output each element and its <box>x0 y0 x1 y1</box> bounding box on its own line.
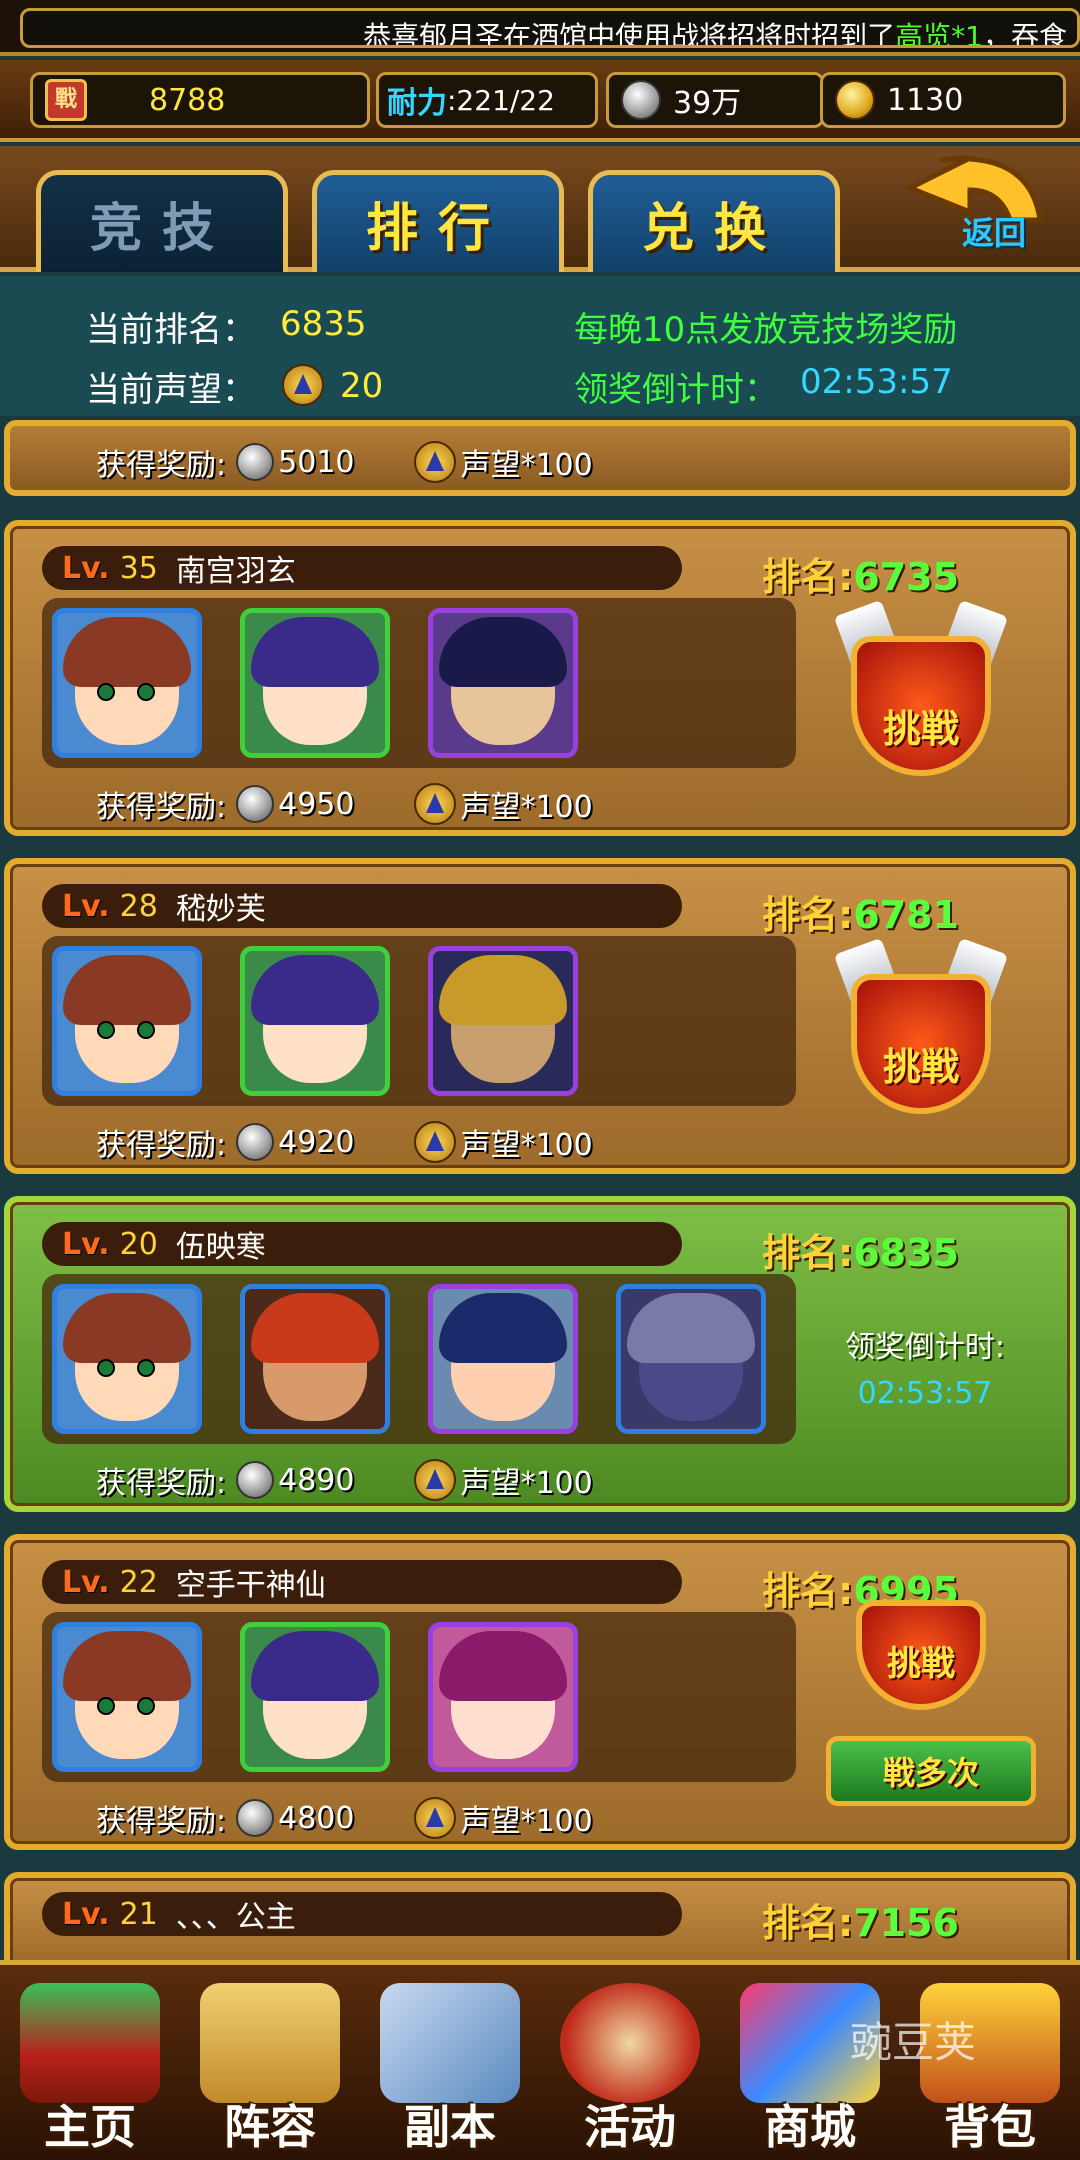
gold-display: 1130 <box>820 72 1066 128</box>
hero-portrait <box>52 1284 202 1434</box>
opponent-card: Lv. 22 空手干神仙 排名:6995 挑戦 戦多次 获得奖励: 4800 声望*10… <box>4 1534 1076 1850</box>
challenge-button[interactable]: 挑戦 <box>846 1580 996 1730</box>
stamina-display: 耐力 :221/22 <box>376 72 598 128</box>
silver-value: 39万 <box>673 86 742 121</box>
player-namebar: Lv. 28 嵇妙芙 <box>42 884 682 928</box>
current-rank-value: 6835 <box>280 304 367 344</box>
silver-coin-icon <box>236 785 275 823</box>
resource-bar: 戰 8788 耐力 :221/22 39万 1130 <box>0 60 1080 142</box>
countdown-value: 02:53:57 <box>800 362 953 402</box>
nav-events[interactable]: 活动 <box>540 1973 720 2160</box>
hero-portrait <box>240 946 390 1096</box>
player-name: 空手干神仙 <box>175 1568 326 1603</box>
reward-countdown: 领奖倒计时: 02:53:57 <box>844 1330 1006 1411</box>
stamina-label: 耐力 <box>387 86 447 121</box>
hero-portrait <box>428 1622 578 1772</box>
prestige-icon <box>282 364 324 406</box>
back-button[interactable]: 返回 <box>900 150 1050 266</box>
reward-row: 获得奖励: 4800 声望*100 <box>96 1796 593 1840</box>
prestige-icon <box>414 441 457 483</box>
palace-icon <box>20 1983 160 2103</box>
challenge-button[interactable]: 挑戦 <box>826 599 1016 796</box>
silver-coin-icon <box>236 443 275 481</box>
silver-coin-icon <box>236 1461 275 1499</box>
hero-portrait <box>428 946 578 1096</box>
crossed-swords-icon <box>380 1983 520 2103</box>
opponent-card: Lv. 21 、、、公主 排名:7156 <box>4 1872 1076 1972</box>
scroll-icon <box>200 1983 340 2103</box>
hero-lineup <box>42 1612 796 1782</box>
arena-info: 当前排名： 6835 当前声望： 20 每晚10点发放竞技场奖励 领奖倒计时： … <box>0 276 1080 416</box>
player-namebar: Lv. 21 、、、公主 <box>42 1892 682 1936</box>
hero-portrait <box>616 1284 766 1434</box>
hero-lineup <box>42 598 796 768</box>
tab-arena[interactable]: 竞技 <box>36 170 288 272</box>
player-name: 嵇妙芙 <box>175 892 266 927</box>
player-rank: 排名:6735 <box>762 555 959 599</box>
hero-lineup <box>42 936 796 1106</box>
bottom-nav: 主页 阵容 副本 活动 商城 背包 豌豆荚 <box>0 1960 1080 2160</box>
multi-challenge-button[interactable]: 戦多次 <box>826 1736 1036 1806</box>
reward-row: 获得奖励: 4890 声望*100 <box>96 1458 593 1502</box>
hero-portrait <box>428 608 578 758</box>
prestige-icon <box>414 1121 457 1163</box>
nav-home[interactable]: 主页 <box>0 1973 180 2160</box>
player-rank: 排名:6835 <box>762 1231 959 1275</box>
nav-lineup[interactable]: 阵容 <box>180 1973 360 2160</box>
gold-value: 1130 <box>887 82 964 118</box>
announcement-marquee: 恭喜郁月圣在酒馆中使用战将招将时招到了高览*1，吞食 <box>0 0 1080 56</box>
current-prestige-value: 20 <box>340 366 384 406</box>
reward-row: 获得奖励: 4950 声望*100 <box>96 782 593 826</box>
reward-row: 获得奖励: 4920 声望*100 <box>96 1120 593 1164</box>
player-level: 21 <box>119 1896 158 1932</box>
gold-coin-icon <box>835 80 875 120</box>
hero-portrait <box>52 608 202 758</box>
prestige-icon <box>414 783 457 825</box>
challenge-button[interactable]: 挑戦 <box>826 937 1016 1134</box>
player-rank: 排名:7156 <box>762 1901 959 1945</box>
marquee-text: 恭喜郁月圣在酒馆中使用战将招将时招到了高览*1，吞食 <box>363 20 1067 48</box>
player-level: 28 <box>119 888 158 924</box>
power-value: 8788 <box>149 82 226 118</box>
tab-ranking[interactable]: 排行 <box>312 170 564 272</box>
nav-dungeon[interactable]: 副本 <box>360 1973 540 2160</box>
silver-coin-icon <box>621 80 661 120</box>
player-name: 南宫羽玄 <box>175 554 296 589</box>
tab-exchange[interactable]: 兑换 <box>588 170 840 272</box>
countdown-label: 领奖倒计时： <box>574 370 778 410</box>
player-name: 、、、公主 <box>175 1900 296 1935</box>
player-namebar: Lv. 22 空手干神仙 <box>42 1560 682 1604</box>
silver-display: 39万 <box>606 72 824 128</box>
hero-portrait <box>240 1622 390 1772</box>
power-display: 戰 8788 <box>30 72 370 128</box>
silver-coin-icon <box>236 1123 275 1161</box>
player-namebar: Lv. 35 南宫羽玄 <box>42 546 682 590</box>
reward-notice: 每晚10点发放竞技场奖励 <box>574 310 958 350</box>
prestige-icon <box>414 1797 457 1839</box>
hero-portrait <box>52 946 202 1096</box>
hero-portrait <box>52 1622 202 1772</box>
player-rank: 排名:6781 <box>762 893 959 937</box>
player-level: 22 <box>119 1564 158 1600</box>
watermark: 豌豆荚 <box>850 2018 977 2067</box>
player-level: 20 <box>119 1226 158 1262</box>
player-level: 35 <box>119 550 158 586</box>
opponent-card: Lv. 28 嵇妙芙 排名:6781 挑戦 获得奖励: 4920 声望*100 <box>4 858 1076 1174</box>
silver-coin-icon <box>236 1799 275 1837</box>
current-prestige-label: 当前声望： <box>86 370 256 410</box>
prestige-icon <box>414 1459 457 1501</box>
hero-lineup <box>42 1274 796 1444</box>
player-namebar: Lv. 20 伍映寒 <box>42 1222 682 1266</box>
my-reward-strip: 获得奖励: 5010 声望*100 <box>4 420 1076 496</box>
battle-icon: 戰 <box>45 79 87 121</box>
opponent-card: Lv. 35 南宫羽玄 排名:6735 挑戦 获得奖励: 4950 声望*100 <box>4 520 1076 836</box>
player-name: 伍映寒 <box>175 1230 266 1265</box>
stamina-value: :221/22 <box>447 83 555 117</box>
hero-portrait <box>240 608 390 758</box>
my-card: Lv. 20 伍映寒 排名:6835 领奖倒计时: 02:53:57 获得奖励: 48… <box>4 1196 1076 1512</box>
current-rank-label: 当前排名： <box>86 310 256 350</box>
drum-icon <box>560 1983 700 2103</box>
hero-portrait <box>428 1284 578 1434</box>
hero-portrait <box>240 1284 390 1434</box>
